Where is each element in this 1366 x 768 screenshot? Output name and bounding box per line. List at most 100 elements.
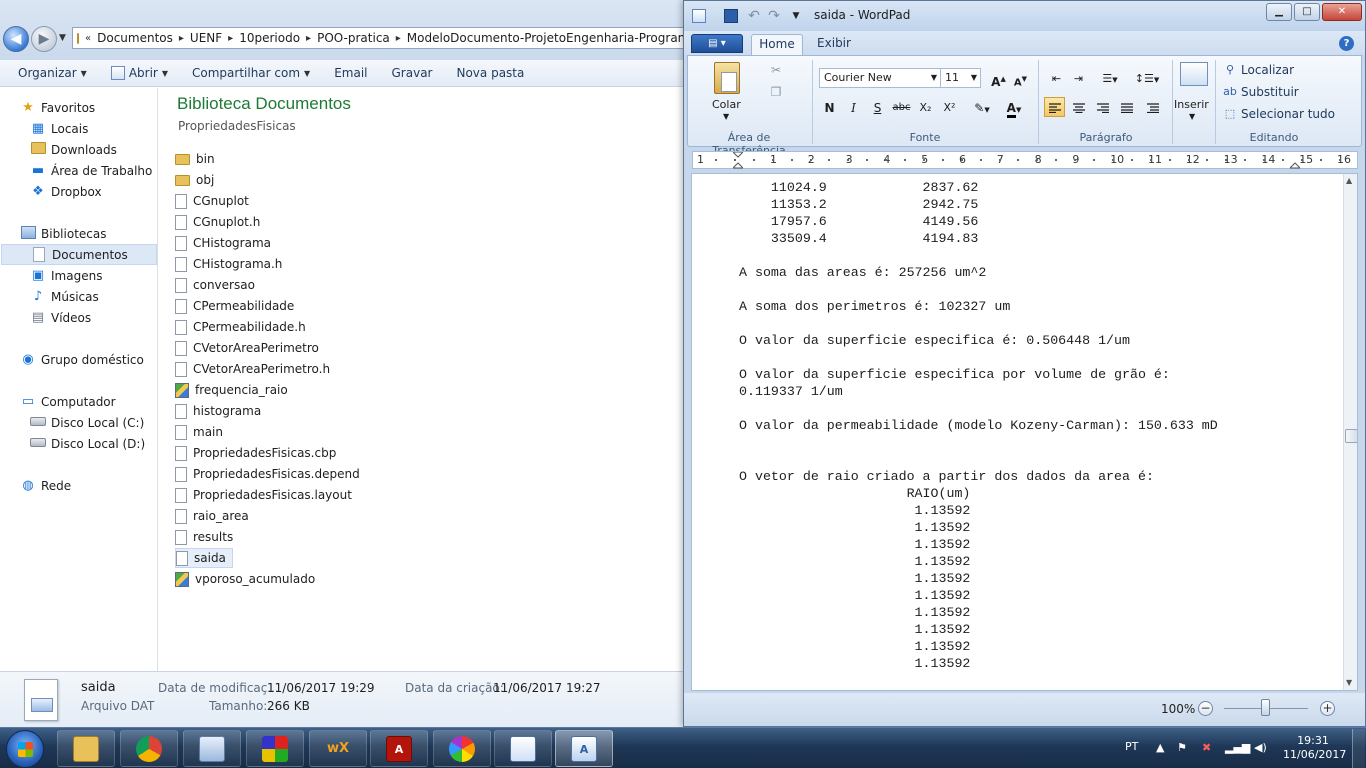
paste-icon[interactable]: [714, 62, 740, 94]
right-indent-marker-icon[interactable]: [1288, 152, 1302, 169]
undo-icon[interactable]: ↶: [746, 8, 762, 24]
save-icon[interactable]: [724, 9, 738, 23]
find-button[interactable]: ⚲ Localizar: [1223, 60, 1294, 80]
line-spacing-button[interactable]: ↕☰▼: [1131, 68, 1163, 88]
chevron-right-icon[interactable]: ▸: [179, 33, 184, 44]
open-button[interactable]: Abrir ▼: [99, 60, 180, 87]
file-row[interactable]: CPermeabilidade.h: [175, 317, 312, 337]
zoom-out-button[interactable]: −: [1198, 701, 1213, 716]
breadcrumb-item[interactable]: Documentos: [97, 31, 173, 45]
taskbar-wordpad[interactable]: A: [555, 730, 613, 767]
justify-button[interactable]: [1116, 97, 1137, 117]
wordpad-app-icon[interactable]: [692, 9, 706, 23]
font-color-button[interactable]: A▼: [999, 97, 1029, 118]
back-button[interactable]: ◀: [3, 26, 29, 52]
underline-button[interactable]: S: [867, 97, 888, 117]
burn-button[interactable]: Gravar: [380, 60, 445, 87]
scroll-down-icon[interactable]: ▼: [1346, 678, 1352, 687]
cut-icon[interactable]: ✂: [768, 62, 784, 78]
chevron-down-icon[interactable]: ▼: [1189, 112, 1195, 121]
forward-button[interactable]: ▶: [31, 26, 57, 52]
file-row[interactable]: CHistograma.h: [175, 254, 288, 274]
taskbar-picasa[interactable]: [433, 730, 491, 767]
shrink-font-button[interactable]: A▼: [1010, 68, 1031, 88]
nav-homegroup[interactable]: ◉ Grupo doméstico: [20, 349, 178, 370]
zoom-slider-thumb[interactable]: [1261, 699, 1270, 716]
language-indicator[interactable]: PT: [1125, 740, 1138, 753]
replace-button[interactable]: ab Substituir: [1223, 82, 1299, 102]
paste-button[interactable]: Colar: [712, 98, 741, 111]
clock[interactable]: 19:31 11/06/2017: [1283, 734, 1346, 762]
redo-icon[interactable]: ↷: [766, 8, 782, 24]
show-desktop-button[interactable]: [1352, 729, 1365, 768]
close-button[interactable]: ✕: [1322, 3, 1362, 21]
document-scrollbar[interactable]: ▲ ▼: [1343, 174, 1357, 690]
nav-favorites[interactable]: ★ Favoritos: [20, 97, 178, 118]
bold-button[interactable]: N: [819, 97, 840, 117]
share-button[interactable]: Compartilhar com ▼: [180, 60, 322, 87]
minimize-button[interactable]: ▁: [1266, 3, 1292, 21]
file-row[interactable]: main: [175, 422, 229, 442]
nav-documents[interactable]: Documentos: [1, 244, 157, 265]
chevron-right-icon[interactable]: ▸: [396, 33, 401, 44]
file-row[interactable]: CPermeabilidade: [175, 296, 300, 316]
ruler[interactable]: 112345678910111213141516: [692, 151, 1358, 169]
file-row[interactable]: PropriedadesFisicas.layout: [175, 485, 358, 505]
zoom-in-button[interactable]: +: [1320, 701, 1335, 716]
breadcrumb-item[interactable]: 10periodo: [239, 31, 300, 45]
help-icon[interactable]: ?: [1339, 36, 1354, 51]
new-folder-button[interactable]: Nova pasta: [444, 60, 536, 87]
align-right-button[interactable]: [1092, 97, 1113, 117]
file-row[interactable]: saida: [175, 548, 233, 568]
file-row[interactable]: CGnuplot: [175, 191, 255, 211]
volume-icon[interactable]: ◀): [1254, 741, 1267, 754]
start-button[interactable]: [6, 730, 44, 768]
file-row[interactable]: CGnuplot.h: [175, 212, 266, 232]
tab-view[interactable]: Exibir: [809, 34, 859, 55]
italic-button[interactable]: I: [843, 97, 864, 117]
align-center-button[interactable]: [1068, 97, 1089, 117]
taskbar-explorer[interactable]: [57, 730, 115, 767]
chevron-right-icon[interactable]: ▸: [306, 33, 311, 44]
taskbar-notepad[interactable]: [183, 730, 241, 767]
file-row[interactable]: conversao: [175, 275, 261, 295]
file-row[interactable]: raio_area: [175, 506, 255, 526]
file-row[interactable]: obj: [175, 170, 220, 190]
insert-picture-icon[interactable]: [1180, 62, 1208, 86]
taskbar-chrome[interactable]: [120, 730, 178, 767]
insert-button[interactable]: Inserir: [1174, 98, 1209, 111]
taskbar-acrobat[interactable]: A: [370, 730, 428, 767]
grow-font-button[interactable]: A▲: [988, 68, 1009, 89]
overflow-chevron-icon[interactable]: «: [85, 33, 91, 44]
email-button[interactable]: Email: [322, 60, 379, 87]
nav-network[interactable]: ◍ Rede: [20, 475, 178, 496]
file-row[interactable]: histograma: [175, 401, 267, 421]
action-center-flag-icon[interactable]: ⚑: [1177, 741, 1187, 754]
tab-home[interactable]: Home: [751, 34, 803, 55]
wordpad-title-bar[interactable]: ↶ ↷ ▼ saida - WordPad ▁ □ ✕: [684, 1, 1365, 31]
breadcrumb-item[interactable]: POO-pratica: [317, 31, 390, 45]
document-editor[interactable]: 11024.9 2837.62 11353.2 2942.75 17957.6 …: [691, 173, 1358, 691]
dropbox-tray-icon[interactable]: ✖: [1202, 741, 1211, 754]
bullet-list-button[interactable]: ☰▼: [1094, 68, 1126, 88]
network-signal-icon[interactable]: ▂▄▆: [1225, 741, 1250, 754]
file-row[interactable]: CVetorAreaPerimetro.h: [175, 359, 336, 379]
taskbar-wxmaxima[interactable]: wX: [309, 730, 367, 767]
chevron-right-icon[interactable]: ▸: [228, 33, 233, 44]
align-left-button[interactable]: [1044, 97, 1065, 117]
organize-button[interactable]: Organizar ▼: [0, 60, 99, 87]
highlight-color-button[interactable]: ✎▼: [967, 97, 997, 117]
font-family-select[interactable]: Courier New ▼: [819, 68, 941, 88]
file-row[interactable]: CHistograma: [175, 233, 277, 253]
file-row[interactable]: results: [175, 527, 239, 547]
customize-quick-access-icon[interactable]: ▼: [788, 8, 804, 24]
maximize-button[interactable]: □: [1294, 3, 1320, 21]
taskbar-codeblocks[interactable]: [246, 730, 304, 767]
copy-icon[interactable]: ❐: [768, 84, 784, 100]
select-all-button[interactable]: ⬚ Selecionar tudo: [1223, 104, 1335, 124]
nav-libraries[interactable]: Bibliotecas: [20, 223, 178, 244]
breadcrumb-item[interactable]: UENF: [190, 31, 222, 45]
chevron-down-icon[interactable]: ▼: [723, 112, 729, 121]
paragraph-settings-button[interactable]: [1142, 97, 1163, 117]
decrease-indent-button[interactable]: ⇤: [1046, 68, 1067, 88]
